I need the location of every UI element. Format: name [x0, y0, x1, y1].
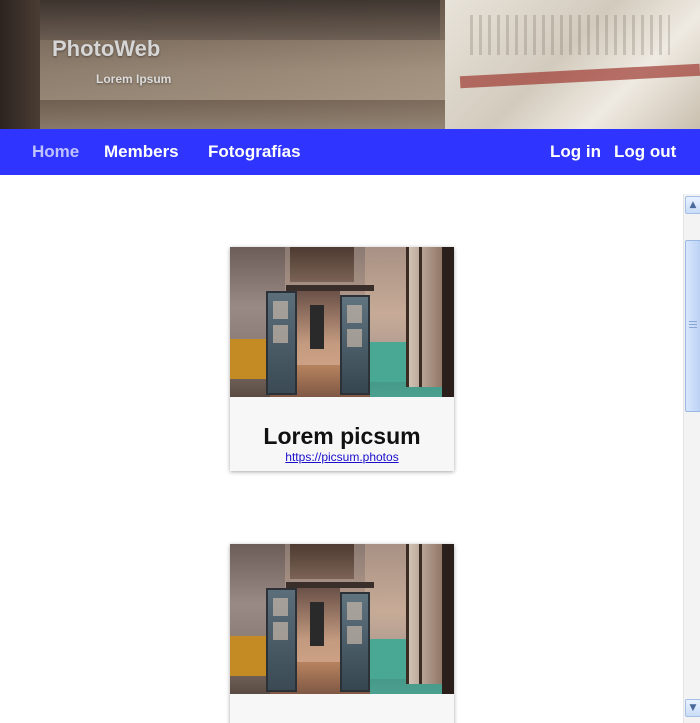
vertical-scrollbar[interactable]: ▲ ▼	[683, 194, 700, 723]
scroll-up-arrow-icon[interactable]: ▲	[685, 196, 700, 214]
scroll-down-arrow-icon[interactable]: ▼	[685, 699, 700, 717]
banner-book-top	[40, 0, 440, 40]
photo-card: Lorem picsum https://picsum.photos	[230, 247, 454, 471]
scrollbar-thumb[interactable]	[685, 240, 700, 412]
card-photo[interactable]	[230, 247, 454, 397]
main-content: Lorem picsum https://picsum.photos	[0, 175, 683, 723]
nav-log-in[interactable]: Log in	[550, 129, 601, 175]
nav-fotografias[interactable]: Fotografías	[208, 129, 301, 175]
nav-log-out[interactable]: Log out	[614, 129, 676, 175]
grip-icon	[689, 321, 697, 328]
card-title: Lorem picsum	[263, 423, 421, 449]
site-title[interactable]: PhotoWeb	[52, 36, 160, 62]
nav-home[interactable]: Home	[32, 129, 79, 175]
top-navigation: Home Members Fotografías Log in Log out	[0, 129, 700, 175]
banner-bookspine	[0, 0, 40, 129]
header-banner: PhotoWeb Lorem Ipsum	[0, 0, 700, 129]
site-tagline: Lorem Ipsum	[96, 72, 172, 86]
banner-paper-texture	[470, 15, 670, 55]
nav-members[interactable]: Members	[104, 129, 179, 175]
photo-card	[230, 544, 454, 723]
banner-book-bottom	[40, 100, 450, 129]
card-photo[interactable]	[230, 544, 454, 694]
card-link[interactable]: https://picsum.photos	[230, 450, 454, 464]
